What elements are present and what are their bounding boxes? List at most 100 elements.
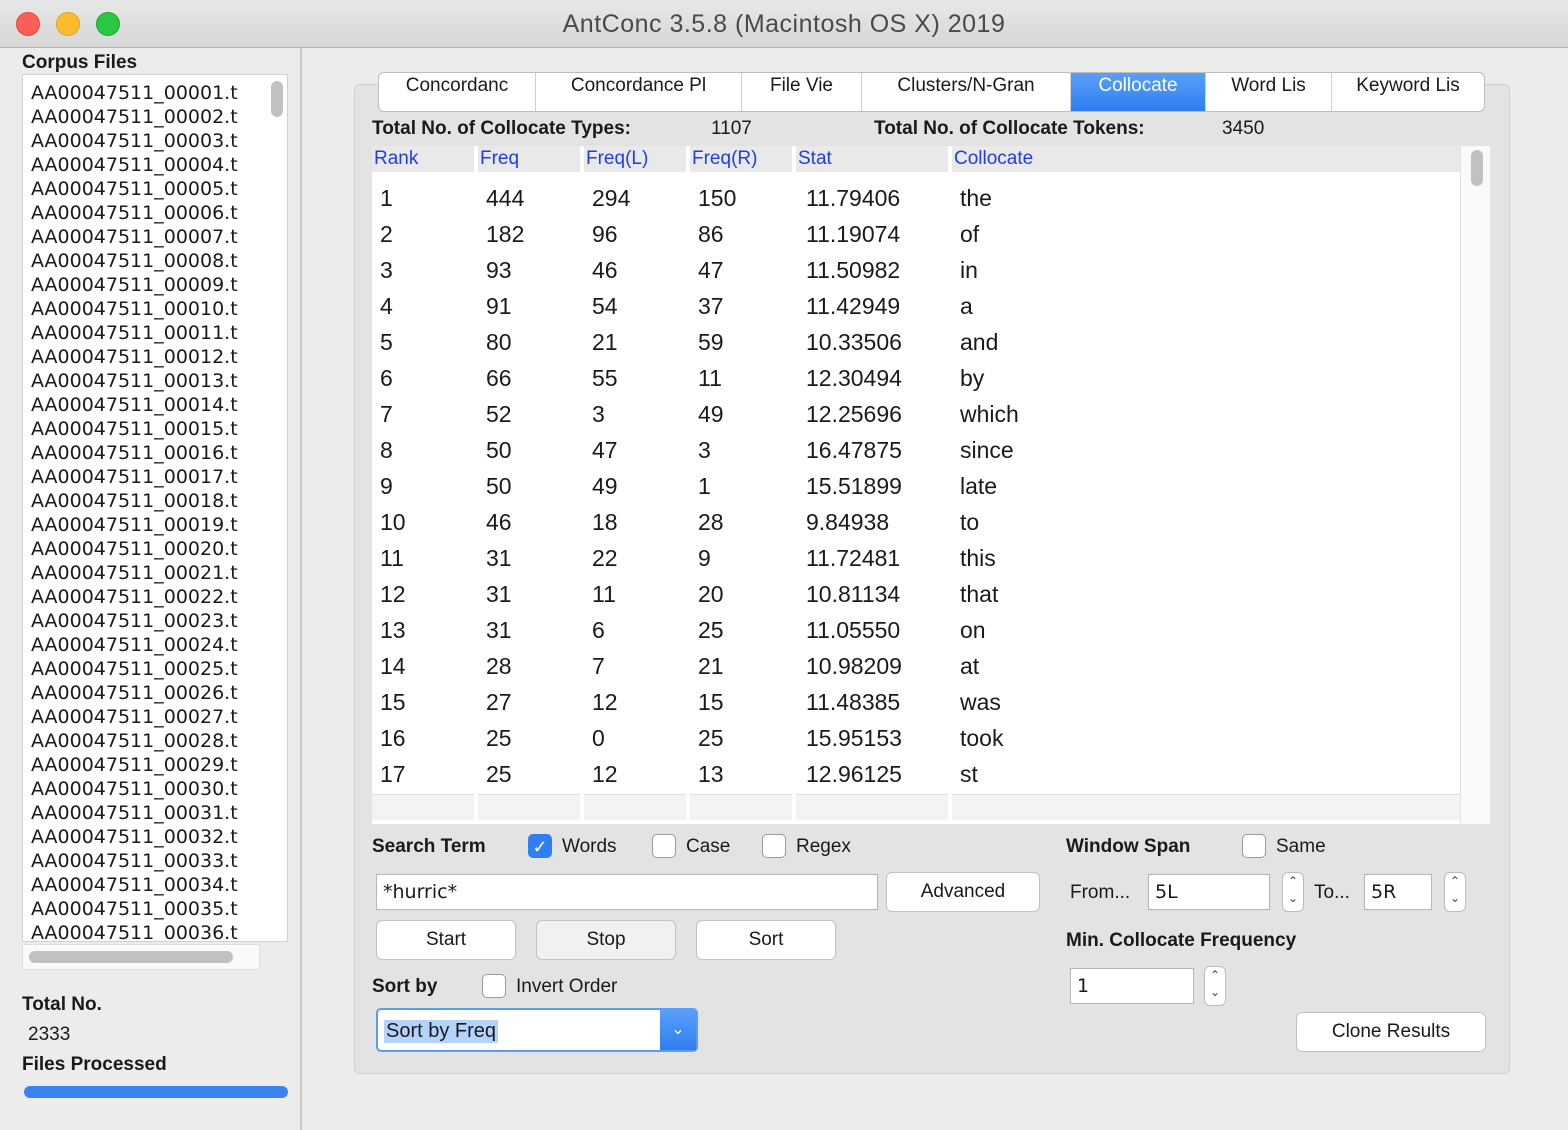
freq-cell[interactable]: 93	[486, 252, 512, 288]
rank-cell[interactable]: 2	[380, 216, 393, 252]
case-checkbox[interactable]	[652, 834, 676, 858]
collocate-cell[interactable]: st	[960, 756, 978, 792]
invert-order-label[interactable]: Invert Order	[516, 976, 617, 998]
corpus-file-item[interactable]: AA00047511_00017.t	[31, 465, 271, 489]
freq-left-cell[interactable]: 7	[592, 648, 605, 684]
freq-left-cell[interactable]: 54	[592, 288, 618, 324]
freq-right-cell[interactable]: 86	[698, 216, 724, 252]
collocate-cell[interactable]: was	[960, 684, 1001, 720]
min-collocate-frequency-input[interactable]: 1	[1070, 968, 1194, 1004]
freq-left-cell[interactable]: 294	[592, 180, 630, 216]
freq-right-cell[interactable]: 59	[698, 324, 724, 360]
corpus-file-item[interactable]: AA00047511_00010.t	[31, 297, 271, 321]
regex-checkbox[interactable]	[762, 834, 786, 858]
freq-right-cell[interactable]: 1	[698, 468, 711, 504]
freq-cell[interactable]: 182	[486, 216, 524, 252]
column-header-freq-right[interactable]: Freq(R)	[690, 146, 792, 172]
rank-cell[interactable]: 3	[380, 252, 393, 288]
column-header-stat[interactable]: Stat	[796, 146, 948, 172]
collocate-cell[interactable]: since	[960, 432, 1014, 468]
freq-cell[interactable]: 91	[486, 288, 512, 324]
corpus-file-item[interactable]: AA00047511_00021.t	[31, 561, 271, 585]
file-list-vertical-scrollbar[interactable]	[271, 81, 283, 117]
corpus-file-item[interactable]: AA00047511_00036.t	[31, 921, 271, 941]
rank-cell[interactable]: 11	[380, 540, 404, 576]
tab-keyword-list[interactable]: Keyword Lis	[1332, 73, 1484, 111]
stat-cell[interactable]: 16.47875	[806, 432, 902, 468]
corpus-file-item[interactable]: AA00047511_00003.t	[31, 129, 271, 153]
corpus-file-item[interactable]: AA00047511_00023.t	[31, 609, 271, 633]
rank-cell[interactable]: 10	[380, 504, 406, 540]
sort-button[interactable]: Sort	[696, 920, 836, 960]
stat-cell[interactable]: 11.42949	[806, 288, 900, 324]
tab-concordance[interactable]: Concordanc	[379, 73, 536, 111]
stat-cell[interactable]: 11.48385	[806, 684, 900, 720]
collocate-cell[interactable]: which	[960, 396, 1019, 432]
stat-cell[interactable]: 11.79406	[806, 180, 900, 216]
corpus-file-item[interactable]: AA00047511_00004.t	[31, 153, 271, 177]
freq-left-cell[interactable]: 0	[592, 720, 605, 756]
freq-left-cell[interactable]: 22	[592, 540, 618, 576]
stat-cell[interactable]: 12.96125	[806, 756, 902, 792]
same-checkbox[interactable]	[1242, 834, 1266, 858]
freq-left-cell[interactable]: 18	[592, 504, 618, 540]
rank-cell[interactable]: 12	[380, 576, 406, 612]
corpus-file-item[interactable]: AA00047511_00025.t	[31, 657, 271, 681]
collocate-cell[interactable]: to	[960, 504, 979, 540]
freq-cell[interactable]: 27	[486, 684, 512, 720]
corpus-file-item[interactable]: AA00047511_00001.t	[31, 81, 271, 105]
collocate-results-table[interactable]: Rank Freq Freq(L) Freq(R) Stat Collocate…	[372, 146, 1490, 824]
file-list-horizontal-scroll-thumb[interactable]	[29, 951, 233, 963]
freq-cell[interactable]: 444	[486, 180, 524, 216]
freq-cell[interactable]: 66	[486, 360, 512, 396]
corpus-file-item[interactable]: AA00047511_00008.t	[31, 249, 271, 273]
invert-order-checkbox[interactable]	[482, 974, 506, 998]
collocate-cell[interactable]: at	[960, 648, 979, 684]
stat-cell[interactable]: 15.51899	[806, 468, 902, 504]
rank-cell[interactable]: 13	[380, 612, 406, 648]
corpus-file-item[interactable]: AA00047511_00016.t	[31, 441, 271, 465]
words-checkbox-label[interactable]: Words	[562, 836, 617, 858]
corpus-file-item[interactable]: AA00047511_00026.t	[31, 681, 271, 705]
corpus-file-item[interactable]: AA00047511_00014.t	[31, 393, 271, 417]
freq-left-cell[interactable]: 47	[592, 432, 618, 468]
collocate-cell[interactable]: this	[960, 540, 996, 576]
freq-right-cell[interactable]: 49	[698, 396, 724, 432]
freq-right-cell[interactable]: 37	[698, 288, 724, 324]
freq-right-cell[interactable]: 47	[698, 252, 724, 288]
rank-cell[interactable]: 8	[380, 432, 393, 468]
collocate-cell[interactable]: by	[960, 360, 984, 396]
words-checkbox[interactable]: ✓	[528, 834, 552, 858]
rank-cell[interactable]: 4	[380, 288, 393, 324]
stat-cell[interactable]: 12.30494	[806, 360, 902, 396]
chevron-down-icon[interactable]: ⌄	[660, 1010, 696, 1050]
tab-word-list[interactable]: Word Lis	[1206, 73, 1332, 111]
stat-cell[interactable]: 12.25696	[806, 396, 902, 432]
freq-left-cell[interactable]: 12	[592, 756, 618, 792]
freq-right-cell[interactable]: 11	[698, 360, 722, 396]
freq-right-cell[interactable]: 20	[698, 576, 724, 612]
freq-right-cell[interactable]: 150	[698, 180, 736, 216]
freq-cell[interactable]: 25	[486, 756, 512, 792]
freq-right-cell[interactable]: 25	[698, 720, 724, 756]
file-list-horizontal-scrollbar[interactable]	[22, 944, 260, 970]
freq-right-cell[interactable]: 28	[698, 504, 724, 540]
span-to-input[interactable]: 5R	[1364, 874, 1432, 910]
stat-cell[interactable]: 11.05550	[806, 612, 900, 648]
freq-left-cell[interactable]: 3	[592, 396, 605, 432]
corpus-file-item[interactable]: AA00047511_00034.t	[31, 873, 271, 897]
corpus-file-item[interactable]: AA00047511_00024.t	[31, 633, 271, 657]
freq-right-cell[interactable]: 21	[698, 648, 724, 684]
stat-cell[interactable]: 10.81134	[806, 576, 900, 612]
freq-right-cell[interactable]: 15	[698, 684, 724, 720]
corpus-file-item[interactable]: AA00047511_00018.t	[31, 489, 271, 513]
freq-left-cell[interactable]: 55	[592, 360, 618, 396]
stat-cell[interactable]: 11.50982	[806, 252, 900, 288]
stat-cell[interactable]: 10.98209	[806, 648, 902, 684]
freq-cell[interactable]: 25	[486, 720, 512, 756]
table-scroll-thumb[interactable]	[1471, 150, 1483, 186]
collocate-cell[interactable]: the	[960, 180, 992, 216]
collocate-cell[interactable]: took	[960, 720, 1003, 756]
stat-cell[interactable]: 15.95153	[806, 720, 902, 756]
stat-cell[interactable]: 11.19074	[806, 216, 900, 252]
